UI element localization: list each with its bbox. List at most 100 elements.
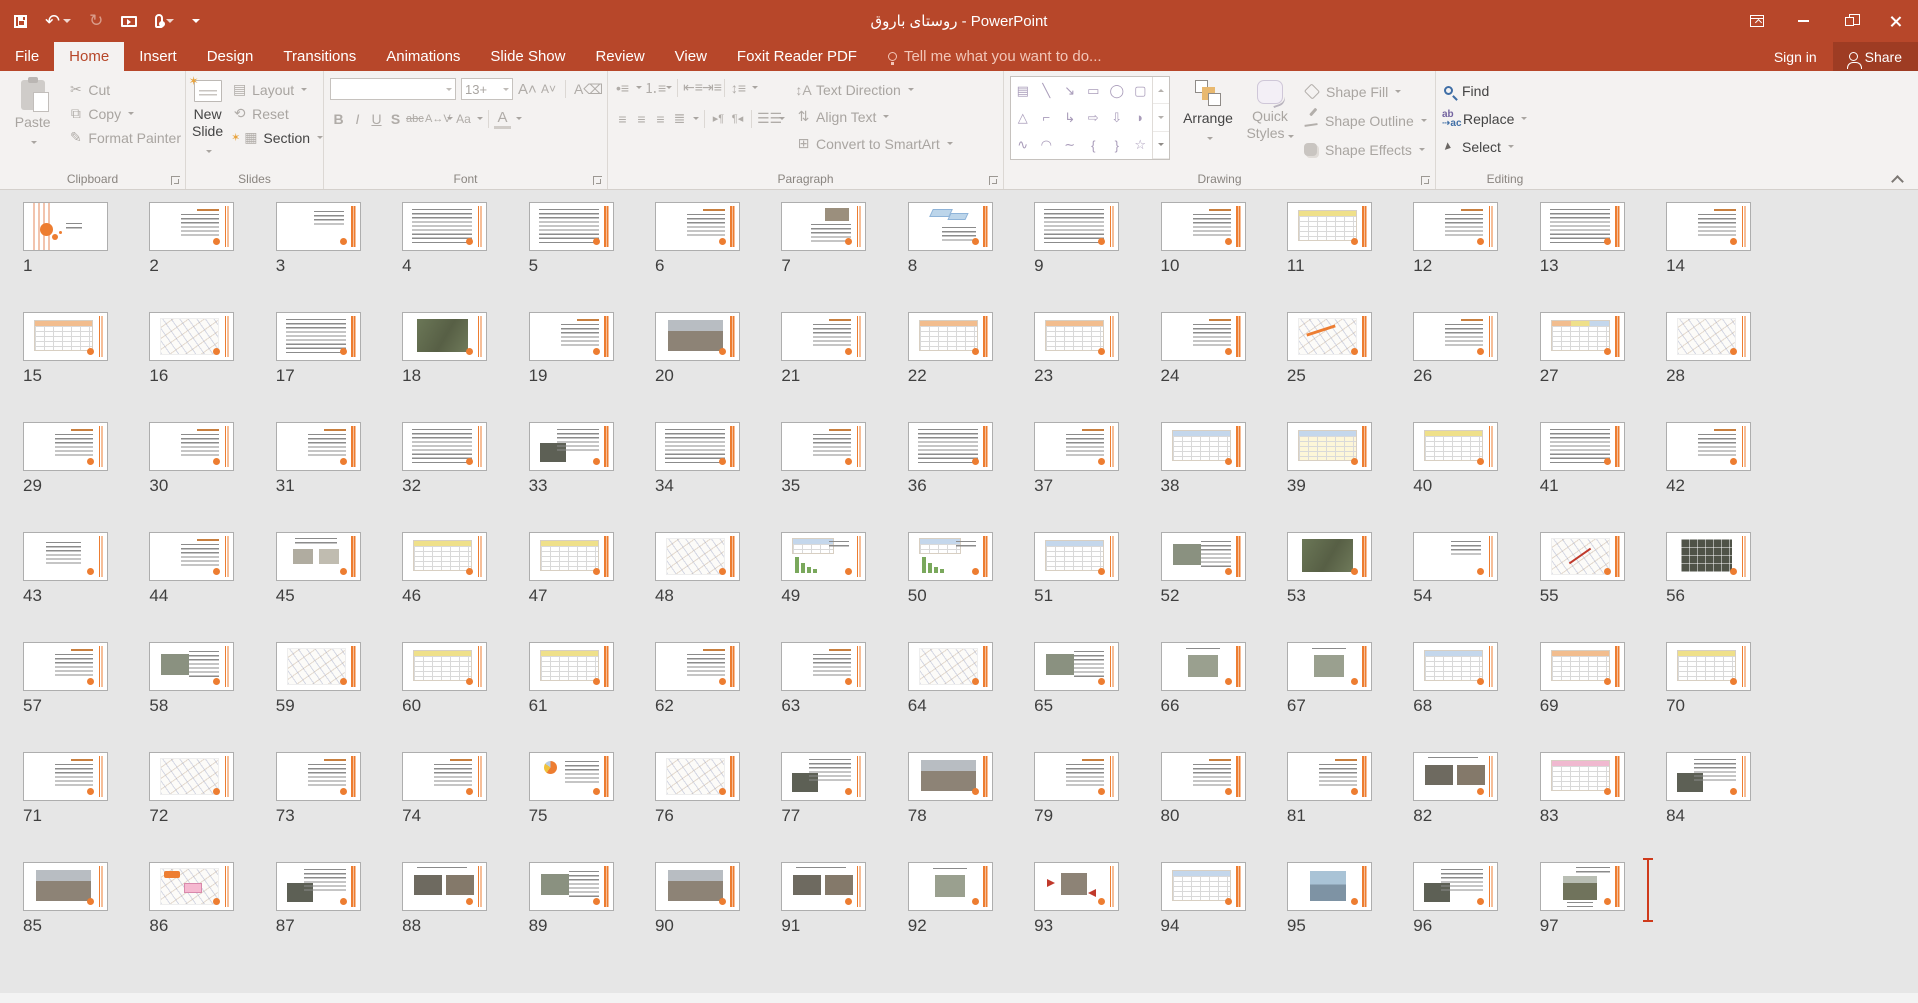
- slide-thumbnail[interactable]: [149, 202, 234, 251]
- slide-thumbnail[interactable]: [1666, 312, 1751, 361]
- slide-thumbnail[interactable]: [1161, 642, 1246, 691]
- shape-icon[interactable]: }: [1115, 138, 1119, 153]
- font-color-button[interactable]: A: [494, 109, 511, 129]
- slide-thumbnail[interactable]: [23, 752, 108, 801]
- slide-thumbnail[interactable]: [529, 752, 614, 801]
- restore-button[interactable]: [1826, 0, 1872, 42]
- tab-foxit-reader-pdf[interactable]: Foxit Reader PDF: [722, 42, 872, 71]
- tell-me-box[interactable]: Tell me what you want to do...: [872, 42, 1118, 71]
- slide-thumbnail[interactable]: [1034, 862, 1119, 911]
- slide-thumbnail[interactable]: [402, 642, 487, 691]
- align-text-button[interactable]: ⇅Align Text: [795, 105, 953, 128]
- tab-file[interactable]: File: [0, 42, 54, 71]
- ltr-direction-button[interactable]: ▸¶: [710, 112, 727, 125]
- share-button[interactable]: Share: [1833, 42, 1918, 71]
- slide-thumbnail[interactable]: [149, 422, 234, 471]
- shape-icon[interactable]: ⇩: [1111, 110, 1122, 126]
- text-shadow-button[interactable]: S: [387, 111, 404, 127]
- shape-icon[interactable]: ↘: [1064, 83, 1075, 99]
- slide-thumbnail[interactable]: [1413, 752, 1498, 801]
- slide-thumbnail[interactable]: [781, 312, 866, 361]
- undo-button[interactable]: ↶: [45, 14, 71, 28]
- slide-thumbnail[interactable]: [781, 532, 866, 581]
- slide-thumbnail[interactable]: [402, 532, 487, 581]
- shapes-scroll-down[interactable]: [1153, 104, 1169, 131]
- slide-thumbnail[interactable]: [1666, 202, 1751, 251]
- tab-slideshow[interactable]: Slide Show: [475, 42, 580, 71]
- paragraph-dialog-launcher[interactable]: [989, 176, 998, 185]
- slide-thumbnail[interactable]: [1540, 202, 1625, 251]
- rtl-direction-button[interactable]: ¶◂: [729, 112, 746, 125]
- slide-thumbnail[interactable]: [1161, 312, 1246, 361]
- slide-thumbnail[interactable]: [529, 422, 614, 471]
- slide-thumbnail[interactable]: [149, 532, 234, 581]
- slide-thumbnail[interactable]: [781, 862, 866, 911]
- shape-icon[interactable]: ◯: [1109, 83, 1124, 99]
- align-center-button[interactable]: ≡: [633, 111, 650, 127]
- save-button[interactable]: [14, 15, 27, 28]
- slide-thumbnail[interactable]: [276, 202, 361, 251]
- cut-button[interactable]: ✂Cut: [67, 78, 181, 101]
- shrink-font-button[interactable]: A˅: [540, 82, 557, 96]
- tab-home[interactable]: Home: [54, 42, 124, 71]
- font-name-combo[interactable]: [330, 78, 456, 100]
- customize-qat-button[interactable]: [192, 19, 200, 23]
- justify-button[interactable]: ≣: [671, 110, 688, 127]
- shape-icon[interactable]: {: [1091, 138, 1095, 153]
- increase-indent-button[interactable]: ⇥≡: [702, 79, 719, 96]
- change-case-button[interactable]: Aa: [455, 112, 472, 126]
- slide-thumbnail[interactable]: [402, 422, 487, 471]
- slide-thumbnail[interactable]: [276, 862, 361, 911]
- start-from-beginning-button[interactable]: [121, 16, 137, 27]
- slide-thumbnail[interactable]: [655, 752, 740, 801]
- slide-thumbnail[interactable]: [655, 862, 740, 911]
- slide-thumbnail[interactable]: [402, 752, 487, 801]
- slide-thumbnail[interactable]: [1540, 422, 1625, 471]
- new-slide-button[interactable]: NewSlide: [192, 76, 223, 157]
- clear-formatting-button[interactable]: A⌫: [574, 81, 591, 98]
- columns-button[interactable]: ☰☰: [757, 110, 774, 127]
- slide-thumbnail[interactable]: [23, 422, 108, 471]
- slide-thumbnail[interactable]: [23, 202, 108, 251]
- shapes-more-button[interactable]: [1153, 132, 1169, 159]
- arrange-button[interactable]: Arrange: [1180, 76, 1236, 161]
- quick-styles-button[interactable]: QuickStyles: [1246, 76, 1294, 161]
- shape-icon[interactable]: ☆: [1134, 137, 1146, 153]
- slide-thumbnail[interactable]: [1034, 532, 1119, 581]
- slide-thumbnail[interactable]: [908, 752, 993, 801]
- slide-thumbnail[interactable]: [781, 422, 866, 471]
- slide-thumbnail[interactable]: [402, 312, 487, 361]
- slide-thumbnail[interactable]: [529, 862, 614, 911]
- shape-effects-button[interactable]: Shape Effects: [1304, 138, 1427, 161]
- shape-icon[interactable]: ╲: [1042, 83, 1050, 99]
- line-spacing-button[interactable]: ↕≡: [730, 80, 747, 96]
- slide-thumbnail[interactable]: [1161, 202, 1246, 251]
- slide-thumbnail[interactable]: [908, 312, 993, 361]
- decrease-indent-button[interactable]: ⇤≡: [683, 79, 700, 96]
- slide-thumbnail[interactable]: [1413, 422, 1498, 471]
- shape-icon[interactable]: ▢: [1134, 83, 1146, 99]
- shape-icon[interactable]: ◗: [1136, 110, 1144, 125]
- format-painter-button[interactable]: ✎Format Painter: [67, 126, 181, 149]
- slide-thumbnail[interactable]: [1413, 532, 1498, 581]
- slide-thumbnail[interactable]: [1666, 532, 1751, 581]
- tab-insert[interactable]: Insert: [124, 42, 192, 71]
- character-spacing-button[interactable]: A↔V: [425, 113, 442, 125]
- italic-button[interactable]: I: [349, 111, 366, 127]
- slide-thumbnail[interactable]: [781, 752, 866, 801]
- layout-button[interactable]: ▤Layout: [231, 78, 323, 101]
- slide-thumbnail[interactable]: [1540, 532, 1625, 581]
- clipboard-dialog-launcher[interactable]: [171, 176, 180, 185]
- slide-thumbnail[interactable]: [908, 202, 993, 251]
- align-left-button[interactable]: ≡: [614, 111, 631, 127]
- slide-thumbnail[interactable]: [1666, 422, 1751, 471]
- slide-thumbnail[interactable]: [1034, 752, 1119, 801]
- slide-thumbnail[interactable]: [1287, 862, 1372, 911]
- drawing-dialog-launcher[interactable]: [1421, 176, 1430, 185]
- paste-button[interactable]: Paste: [6, 76, 59, 149]
- slide-thumbnail[interactable]: [1287, 422, 1372, 471]
- collapse-ribbon-button[interactable]: [1893, 174, 1902, 183]
- slide-thumbnail[interactable]: [149, 862, 234, 911]
- ribbon-display-options-button[interactable]: [1734, 0, 1780, 42]
- slide-thumbnail[interactable]: [276, 532, 361, 581]
